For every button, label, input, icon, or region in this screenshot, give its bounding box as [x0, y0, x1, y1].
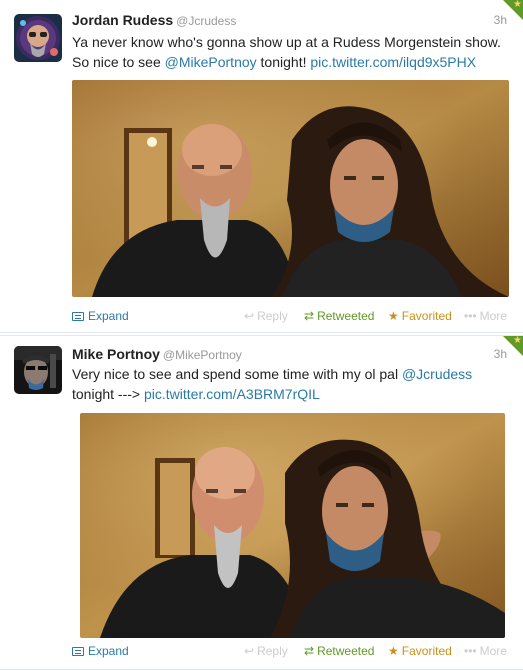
expand-icon: [72, 647, 84, 656]
favorite-label: Favorited: [401, 309, 452, 323]
reply-label: Reply: [257, 309, 288, 323]
favorite-label: Favorited: [401, 644, 452, 658]
expand-label: Expand: [88, 309, 129, 323]
tweet-actions: Expand ↩ Reply ⇄ Retweeted ★ Favorited ••• M…: [72, 309, 509, 327]
retweet-button[interactable]: ⇄ Retweeted: [304, 309, 374, 323]
tweet-photo[interactable]: [80, 413, 505, 638]
retweet-icon: ⇄: [304, 309, 315, 323]
tweet-text: Very nice to see and spend some time wit…: [72, 364, 503, 404]
retweet-button[interactable]: ⇄ Retweeted: [304, 644, 374, 658]
mention-link[interactable]: @MikePortnoy: [165, 54, 257, 70]
expand-button[interactable]: Expand: [72, 309, 129, 323]
mention-link[interactable]: @Jcrudess: [402, 366, 472, 382]
reply-button[interactable]: ↩ Reply: [244, 309, 288, 323]
tweet-text-tail: tonight --->: [72, 386, 144, 402]
star-icon: ★: [388, 644, 399, 658]
avatar[interactable]: [14, 346, 62, 394]
pic-link[interactable]: pic.twitter.com/ilqd9x5PHX: [310, 54, 476, 70]
retweet-icon: ⇄: [304, 644, 315, 658]
pic-link[interactable]: pic.twitter.com/A3BRM7rQIL: [144, 386, 320, 402]
favorite-button[interactable]: ★ Favorited: [388, 309, 452, 323]
more-button[interactable]: ••• More: [464, 309, 507, 323]
tweet-timestamp[interactable]: 3h: [494, 13, 507, 27]
user-fullname[interactable]: Jordan Rudess: [72, 12, 173, 28]
retweet-label: Retweeted: [317, 644, 375, 658]
more-button[interactable]: ••• More: [464, 644, 507, 658]
user-handle[interactable]: @Jcrudess: [176, 14, 236, 28]
avatar[interactable]: [14, 14, 62, 62]
user-handle[interactable]: @MikePortnoy: [163, 348, 242, 362]
tweet-text-body: Very nice to see and spend some time wit…: [72, 366, 402, 382]
more-label: More: [479, 309, 507, 323]
ellipsis-icon: •••: [464, 309, 477, 323]
tweet-photo[interactable]: [72, 80, 509, 297]
reply-icon: ↩: [244, 309, 255, 323]
tweet-card[interactable]: ★ Mike Portnoy @MikePortnoy 3h Very nice …: [0, 335, 523, 670]
expand-button[interactable]: Expand: [72, 644, 129, 658]
tweet-actions: Expand ↩ Reply ⇄ Retweeted ★ Favorited ••• M…: [72, 644, 509, 662]
favorite-button[interactable]: ★ Favorited: [388, 644, 452, 658]
user-fullname[interactable]: Mike Portnoy: [72, 346, 160, 362]
retweet-label: Retweeted: [317, 309, 375, 323]
reply-button[interactable]: ↩ Reply: [244, 644, 288, 658]
ellipsis-icon: •••: [464, 644, 477, 658]
tweet-text-tail: tonight!: [256, 54, 311, 70]
reply-label: Reply: [257, 644, 288, 658]
expand-label: Expand: [88, 644, 129, 658]
tweet-card[interactable]: ★ Jordan Rudess @Jcrudess 3h Ya never kno…: [0, 0, 523, 333]
star-icon: ★: [388, 309, 399, 323]
tweet-text: Ya never know who's gonna show up at a R…: [72, 32, 503, 72]
expand-icon: [72, 312, 84, 321]
more-label: More: [479, 644, 507, 658]
tweet-timestamp[interactable]: 3h: [494, 347, 507, 361]
reply-icon: ↩: [244, 644, 255, 658]
